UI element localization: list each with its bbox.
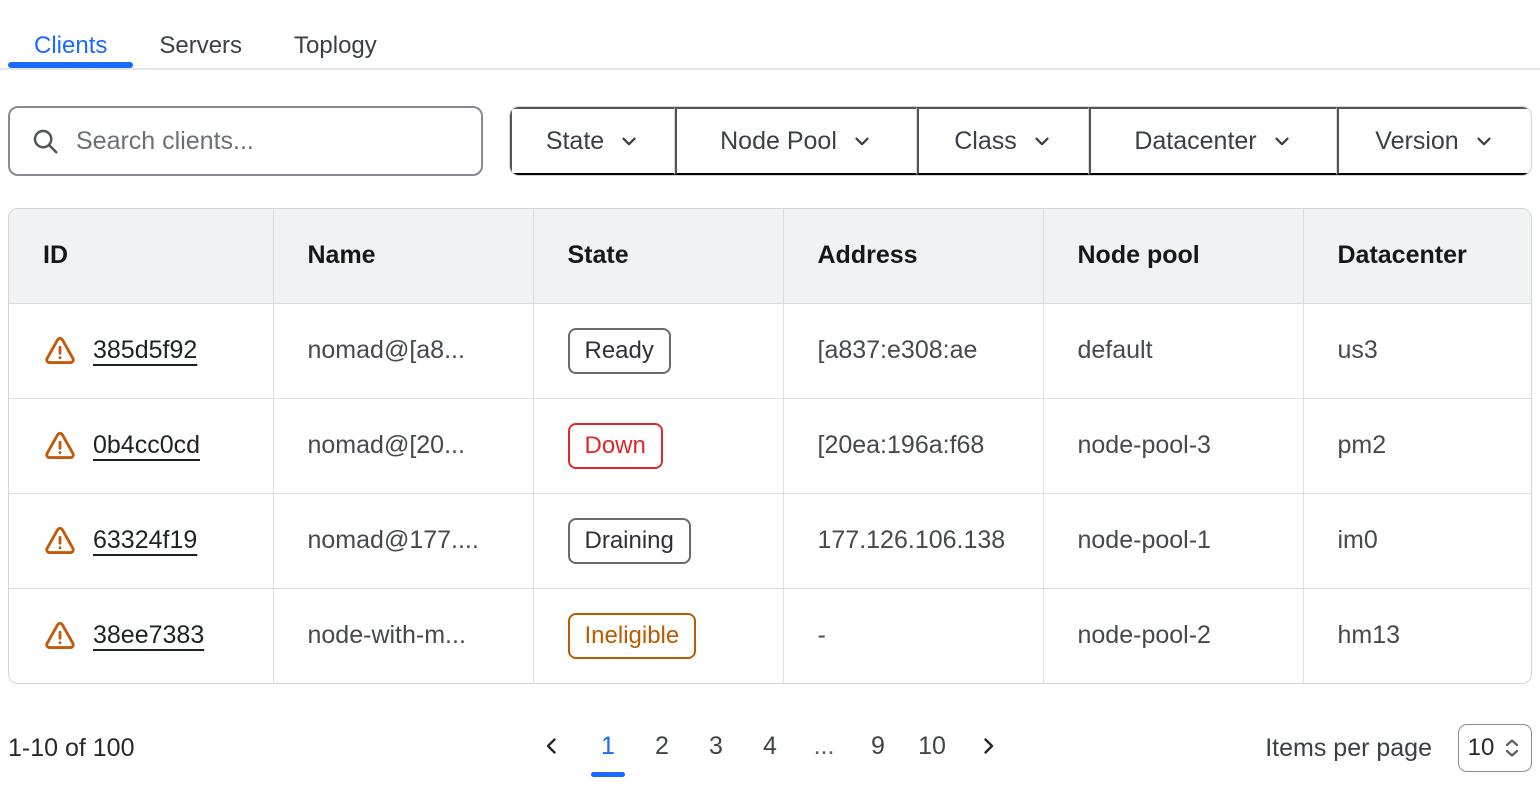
tab-topology[interactable]: Toplogy	[268, 22, 403, 70]
chevron-down-icon	[1031, 130, 1053, 152]
filter-class-label: Class	[954, 127, 1017, 156]
filter-datacenter-label: Datacenter	[1134, 127, 1256, 156]
client-name: node-with-m...	[273, 588, 533, 683]
col-header-id: ID	[9, 209, 273, 303]
page-button-3[interactable]: 3	[696, 724, 736, 768]
client-node-pool: node-pool-1	[1043, 493, 1303, 588]
prev-page-button[interactable]	[530, 724, 574, 768]
client-datacenter: us3	[1303, 303, 1532, 398]
warning-icon	[43, 334, 77, 368]
client-node-pool: default	[1043, 303, 1303, 398]
client-node-pool: node-pool-2	[1043, 588, 1303, 683]
filter-datacenter[interactable]: Datacenter	[1089, 107, 1337, 175]
filter-state-label: State	[546, 127, 604, 156]
client-datacenter: im0	[1303, 493, 1532, 588]
filter-node-pool-label: Node Pool	[720, 127, 837, 156]
items-per-page: Items per page 10	[1265, 724, 1532, 772]
client-id-link[interactable]: 385d5f92	[93, 336, 197, 365]
items-per-page-label: Items per page	[1265, 734, 1432, 763]
page-ellipsis: ...	[804, 724, 844, 768]
chevron-right-icon	[976, 734, 1000, 758]
filter-group: State Node Pool Class Datacenter Version	[509, 106, 1532, 176]
warning-icon	[43, 524, 77, 558]
clients-table: ID Name State Address Node pool Datacent…	[8, 208, 1532, 684]
col-header-address: Address	[783, 209, 1043, 303]
client-datacenter: hm13	[1303, 588, 1532, 683]
filter-node-pool[interactable]: Node Pool	[675, 107, 917, 175]
table-row: 0b4cc0cd nomad@[20... Down [20ea:196a:f6…	[9, 398, 1532, 493]
status-badge: Draining	[568, 518, 691, 564]
client-id-link[interactable]: 0b4cc0cd	[93, 431, 200, 460]
pagination: 1 2 3 4 ... 9 10	[530, 724, 1010, 768]
page-button-4[interactable]: 4	[750, 724, 790, 768]
filter-version-label: Version	[1375, 127, 1458, 156]
client-name: nomad@[a8...	[273, 303, 533, 398]
page-button-2[interactable]: 2	[642, 724, 682, 768]
col-header-name: Name	[273, 209, 533, 303]
controls-row: State Node Pool Class Datacenter Version	[8, 106, 1532, 176]
page-button-9[interactable]: 9	[858, 724, 898, 768]
up-down-chevron-icon	[1502, 736, 1522, 760]
col-header-datacenter: Datacenter	[1303, 209, 1532, 303]
client-address: 177.126.106.138	[783, 493, 1043, 588]
client-address: [20ea:196a:f68	[783, 398, 1043, 493]
client-name: nomad@177....	[273, 493, 533, 588]
chevron-down-icon	[851, 130, 873, 152]
client-address: -	[783, 588, 1043, 683]
page-button-1[interactable]: 1	[588, 724, 628, 768]
items-per-page-value: 10	[1468, 734, 1495, 762]
table-row: 385d5f92 nomad@[a8... Ready [a837:e308:a…	[9, 303, 1532, 398]
tabs: Clients Servers Toplogy	[0, 22, 1540, 70]
status-badge: Down	[568, 423, 663, 469]
chevron-down-icon	[1271, 130, 1293, 152]
table-footer: 1-10 of 100 1 2 3 4 ... 9 10 Items per p…	[8, 684, 1532, 794]
page-button-10[interactable]: 10	[912, 724, 952, 768]
table-header-row: ID Name State Address Node pool Datacent…	[9, 209, 1532, 303]
filter-state[interactable]: State	[510, 107, 675, 175]
client-name: nomad@[20...	[273, 398, 533, 493]
chevron-down-icon	[618, 130, 640, 152]
next-page-button[interactable]	[966, 724, 1010, 768]
client-node-pool: node-pool-3	[1043, 398, 1303, 493]
chevron-left-icon	[540, 734, 564, 758]
status-badge: Ready	[568, 328, 671, 374]
client-datacenter: pm2	[1303, 398, 1532, 493]
search-icon	[30, 126, 60, 156]
table-row: 38ee7383 node-with-m... Ineligible - nod…	[9, 588, 1532, 683]
filter-class[interactable]: Class	[917, 107, 1089, 175]
warning-icon	[43, 429, 77, 463]
result-range-label: 1-10 of 100	[8, 734, 135, 763]
client-address: [a837:e308:ae	[783, 303, 1043, 398]
warning-icon	[43, 619, 77, 653]
tab-servers[interactable]: Servers	[133, 22, 268, 70]
status-badge: Ineligible	[568, 613, 697, 659]
client-id-link[interactable]: 38ee7383	[93, 621, 204, 650]
tab-bar: Clients Servers Toplogy	[0, 0, 1540, 70]
tab-clients[interactable]: Clients	[8, 22, 133, 70]
table-row: 63324f19 nomad@177.... Draining 177.126.…	[9, 493, 1532, 588]
col-header-state: State	[533, 209, 783, 303]
chevron-down-icon	[1473, 130, 1495, 152]
client-id-link[interactable]: 63324f19	[93, 526, 197, 555]
filter-version[interactable]: Version	[1337, 107, 1531, 175]
search-box[interactable]	[8, 106, 483, 176]
search-input[interactable]	[76, 127, 461, 156]
items-per-page-select[interactable]: 10	[1458, 724, 1532, 772]
col-header-node-pool: Node pool	[1043, 209, 1303, 303]
